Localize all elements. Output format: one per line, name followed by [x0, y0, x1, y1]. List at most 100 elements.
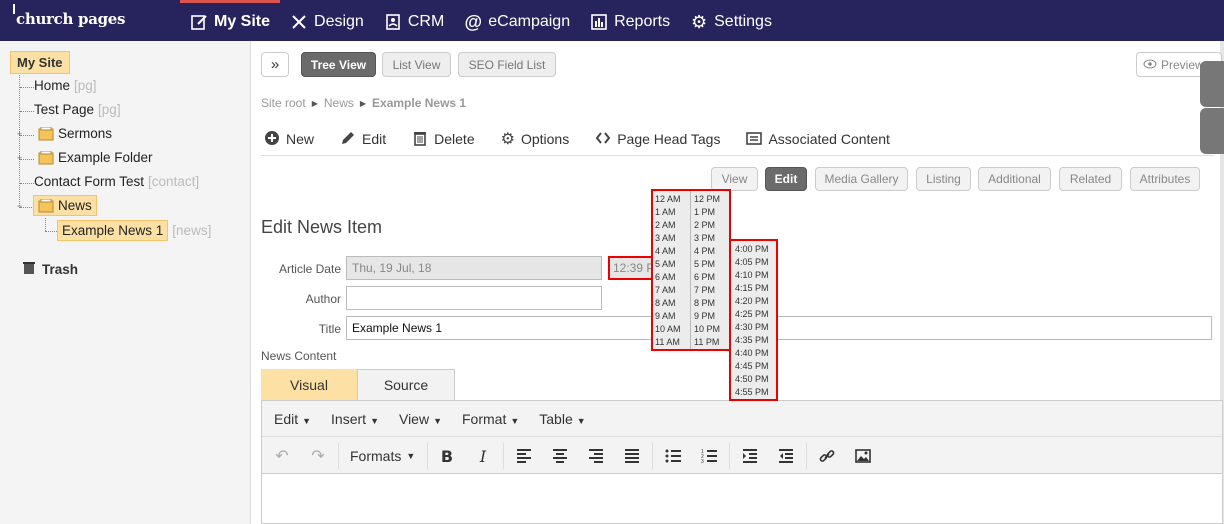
- hour-option[interactable]: 8 AM: [653, 297, 681, 310]
- new-button[interactable]: New: [264, 129, 314, 149]
- hour-option[interactable]: 7 AM: [653, 284, 681, 297]
- hour-option[interactable]: 12 PM: [692, 193, 720, 206]
- minute-option[interactable]: 4:45 PM: [733, 360, 769, 373]
- tab-visual[interactable]: Visual: [261, 369, 357, 400]
- tree-item-contact-form-test[interactable]: Contact Form Test [contact]: [34, 174, 199, 189]
- seo-field-list-button[interactable]: SEO Field List: [458, 52, 556, 77]
- nav-reports[interactable]: Reports: [580, 0, 680, 41]
- delete-button[interactable]: Delete: [412, 129, 475, 149]
- tab-related[interactable]: Related: [1059, 167, 1122, 191]
- hour-option[interactable]: 9 AM: [653, 310, 681, 323]
- side-panel-contacts-tab[interactable]: [1200, 61, 1224, 107]
- menu-edit[interactable]: Edit ▼: [274, 411, 311, 427]
- align-right-icon[interactable]: [582, 442, 610, 470]
- tab-media-gallery[interactable]: Media Gallery: [815, 167, 908, 191]
- minute-option[interactable]: 4:35 PM: [733, 334, 769, 347]
- tree-item-home[interactable]: Home [pg]: [34, 78, 97, 93]
- hour-option[interactable]: 3 PM: [692, 232, 720, 245]
- nav-ecampaign[interactable]: @ eCampaign: [454, 0, 580, 41]
- tab-edit[interactable]: Edit: [765, 167, 807, 191]
- minute-option[interactable]: 4:05 PM: [733, 256, 769, 269]
- hour-option[interactable]: 12 AM: [653, 193, 681, 206]
- bullet-list-icon[interactable]: [659, 442, 687, 470]
- hour-option[interactable]: 3 AM: [653, 232, 681, 245]
- nav-design[interactable]: Design: [280, 0, 374, 41]
- options-button[interactable]: ⚙ Options: [501, 129, 570, 149]
- hour-option[interactable]: 4 PM: [692, 245, 720, 258]
- tree-view-button[interactable]: Tree View: [301, 52, 376, 77]
- hour-option[interactable]: 7 PM: [692, 284, 720, 297]
- logo[interactable]: church pages: [13, 4, 126, 28]
- minute-option[interactable]: 4:00 PM: [733, 243, 769, 256]
- align-left-icon[interactable]: [510, 442, 538, 470]
- hour-option[interactable]: 2 PM: [692, 219, 720, 232]
- tree-item-news[interactable]: News: [33, 195, 97, 216]
- nav-my-site[interactable]: My Site: [180, 0, 281, 41]
- hour-option[interactable]: 8 PM: [692, 297, 720, 310]
- tab-attributes[interactable]: Attributes: [1130, 167, 1200, 191]
- side-panel-notes-tab[interactable]: [1200, 108, 1224, 154]
- hour-option[interactable]: 4 AM: [653, 245, 681, 258]
- minute-option[interactable]: 4:10 PM: [733, 269, 769, 282]
- menu-view[interactable]: View ▼: [399, 411, 442, 427]
- hour-option[interactable]: 10 PM: [692, 323, 720, 336]
- breadcrumb-root[interactable]: Site root: [261, 96, 306, 110]
- tree-root-my-site[interactable]: My Site: [10, 51, 70, 74]
- menu-table[interactable]: Table ▼: [539, 411, 585, 427]
- article-date-field[interactable]: Thu, 19 Jul, 18: [346, 256, 602, 280]
- author-field[interactable]: [346, 286, 602, 310]
- hour-option[interactable]: 11 PM: [692, 336, 720, 349]
- page-head-tags-button[interactable]: Page Head Tags: [595, 129, 720, 149]
- minute-option[interactable]: 4:30 PM: [733, 321, 769, 334]
- title-field[interactable]: Example News 1: [346, 316, 1212, 340]
- tree-item-example-news-1[interactable]: Example News 1 [news]: [57, 220, 211, 241]
- edit-button[interactable]: Edit: [340, 129, 386, 149]
- image-icon[interactable]: [849, 442, 877, 470]
- nav-settings[interactable]: ⚙ Settings: [680, 0, 782, 41]
- bold-icon[interactable]: B: [433, 442, 461, 470]
- hour-option[interactable]: 9 PM: [692, 310, 720, 323]
- link-icon[interactable]: [813, 442, 841, 470]
- list-view-button[interactable]: List View: [382, 52, 451, 77]
- tab-view[interactable]: View: [711, 167, 758, 191]
- tab-additional[interactable]: Additional: [978, 167, 1051, 191]
- hour-option[interactable]: 5 AM: [653, 258, 681, 271]
- undo-icon[interactable]: ↶: [268, 442, 296, 470]
- menu-format[interactable]: Format ▼: [462, 411, 519, 427]
- italic-icon[interactable]: I: [469, 442, 497, 470]
- collapse-toggle-icon[interactable]: −: [15, 202, 24, 211]
- minute-option[interactable]: 4:50 PM: [733, 373, 769, 386]
- tree-item-sermons[interactable]: Sermons: [38, 126, 112, 141]
- expand-toggle-icon[interactable]: +: [15, 154, 24, 163]
- expand-toggle-icon[interactable]: +: [15, 130, 24, 139]
- menu-insert[interactable]: Insert ▼: [331, 411, 379, 427]
- tree-item-trash[interactable]: Trash: [22, 261, 78, 278]
- hour-option[interactable]: 10 AM: [653, 323, 681, 336]
- associated-content-button[interactable]: Associated Content: [746, 129, 890, 149]
- tab-source[interactable]: Source: [357, 369, 455, 400]
- hour-option[interactable]: 5 PM: [692, 258, 720, 271]
- indent-icon[interactable]: [736, 442, 764, 470]
- hour-option[interactable]: 6 PM: [692, 271, 720, 284]
- minute-option[interactable]: 4:15 PM: [733, 282, 769, 295]
- numbered-list-icon[interactable]: 123: [695, 442, 723, 470]
- minute-option[interactable]: 4:25 PM: [733, 308, 769, 321]
- minute-option[interactable]: 4:55 PM: [733, 386, 769, 399]
- expand-panel-button[interactable]: »: [261, 52, 289, 77]
- minute-option[interactable]: 4:40 PM: [733, 347, 769, 360]
- tree-item-example-folder[interactable]: Example Folder: [38, 150, 153, 165]
- tab-listing[interactable]: Listing: [916, 167, 971, 191]
- breadcrumb-parent[interactable]: News: [324, 96, 354, 110]
- formats-dropdown[interactable]: Formats ▼: [350, 442, 415, 470]
- tree-item-test-page[interactable]: Test Page [pg]: [34, 102, 121, 117]
- align-justify-icon[interactable]: [618, 442, 646, 470]
- hour-option[interactable]: 1 AM: [653, 206, 681, 219]
- minute-option[interactable]: 4:20 PM: [733, 295, 769, 308]
- align-center-icon[interactable]: [546, 442, 574, 470]
- redo-icon[interactable]: ↷: [304, 442, 332, 470]
- outdent-icon[interactable]: [772, 442, 800, 470]
- hour-option[interactable]: 1 PM: [692, 206, 720, 219]
- hour-option[interactable]: 2 AM: [653, 219, 681, 232]
- nav-crm[interactable]: CRM: [374, 0, 454, 41]
- hour-option[interactable]: 6 AM: [653, 271, 681, 284]
